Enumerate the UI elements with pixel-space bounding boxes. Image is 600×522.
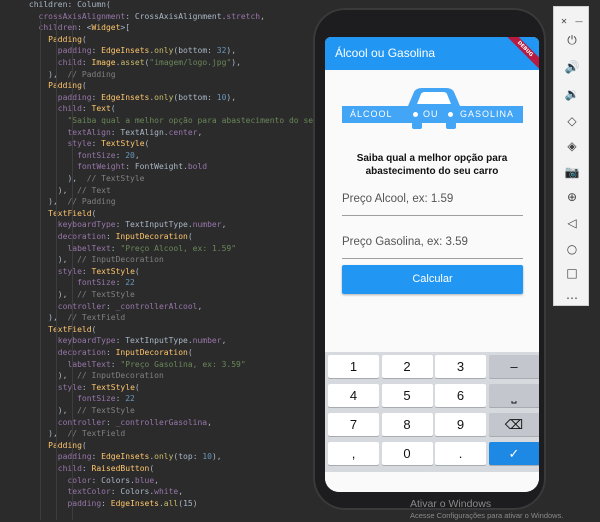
key-2[interactable]: 2 (381, 355, 433, 378)
key-4[interactable]: 4 (328, 384, 379, 407)
volume-up-icon[interactable]: 🔊 (562, 58, 582, 76)
numeric-keyboard: 1 2 3– 4 5 6 ⎵ 7 8 9 ⌫, 0. ✓ (325, 352, 539, 472)
logo-image: ÁLCOOL OU GASOLINA (342, 84, 523, 130)
key-5[interactable]: 5 (381, 384, 433, 407)
volume-down-icon[interactable]: 🔉 (562, 85, 582, 103)
logo-dot-right (448, 112, 453, 117)
alcool-price-label: Preço Alcool, ex: 1.59 (342, 193, 454, 205)
back-icon[interactable]: ◁ (562, 214, 582, 232)
key-comma[interactable]: , (328, 442, 379, 465)
key-7[interactable]: 7 (328, 413, 379, 436)
home-icon[interactable]: ○ (562, 240, 582, 258)
phone-nav-bar (325, 472, 539, 492)
key-3[interactable]: 3 (435, 355, 486, 378)
gasolina-price-label: Preço Gasolina, ex: 3.59 (342, 236, 468, 248)
indent-guide (40, 20, 41, 520)
minimize-icon[interactable]: — (572, 13, 586, 31)
indent-guide (72, 20, 73, 520)
calculate-button[interactable]: Calcular (342, 265, 523, 294)
rotate-left-icon[interactable]: ◇ (562, 112, 582, 130)
key-9[interactable]: 9 (435, 413, 486, 436)
alcool-price-field[interactable]: Preço Alcool, ex: 1.59 (342, 186, 523, 216)
watermark-subtitle: Acesse Configurações para ativar o Windo… (410, 511, 564, 520)
indent-guide (56, 20, 57, 520)
power-icon[interactable]: ⏻ (562, 31, 582, 49)
key-6[interactable]: 6 (435, 384, 486, 407)
key-minus[interactable]: – (488, 355, 539, 378)
logo-word-gasolina: GASOLINA (460, 109, 515, 119)
key-0[interactable]: 0 (381, 442, 433, 465)
logo-dot-left (413, 112, 418, 117)
camera-icon[interactable]: 📷 (562, 163, 582, 181)
key-space[interactable]: ⎵ (488, 384, 539, 407)
app-bar: Álcool ou Gasolina DEBUG (325, 37, 539, 75)
key-done[interactable]: ✓ (488, 442, 539, 465)
code-line: padding: EdgeInsets.all(15) (67, 498, 198, 508)
emulator-toolbar: ✕ — ⏻ 🔊 🔉 ◇ ◈ 📷 ⊕ ◁ ○ □ ⋯ (553, 6, 589, 306)
close-icon[interactable]: ✕ (557, 13, 571, 31)
key-backspace[interactable]: ⌫ (488, 413, 539, 436)
more-icon[interactable]: ⋯ (562, 289, 582, 307)
gasolina-price-field[interactable]: Preço Gasolina, ex: 3.59 (342, 229, 523, 259)
debug-banner: DEBUG (499, 37, 539, 75)
overview-icon[interactable]: □ (562, 264, 582, 282)
headline-text: Saiba qual a melhor opção para abastecim… (356, 153, 508, 177)
zoom-icon[interactable]: ⊕ (562, 188, 582, 206)
key-period[interactable]: . (435, 442, 486, 465)
key-1[interactable]: 1 (328, 355, 379, 378)
windows-activation-watermark: Ativar o Windows Acesse Configurações pa… (410, 498, 563, 520)
rotate-right-icon[interactable]: ◈ (562, 137, 582, 155)
phone-screen: Álcool ou Gasolina DEBUG ÁLCOOL OU GASOL… (325, 37, 539, 492)
logo-word-alcool: ÁLCOOL (350, 109, 393, 119)
watermark-title: Ativar o Windows (410, 498, 492, 510)
logo-word-ou: OU (423, 109, 439, 119)
app-title: Álcool ou Gasolina (335, 46, 436, 60)
key-8[interactable]: 8 (381, 413, 433, 436)
